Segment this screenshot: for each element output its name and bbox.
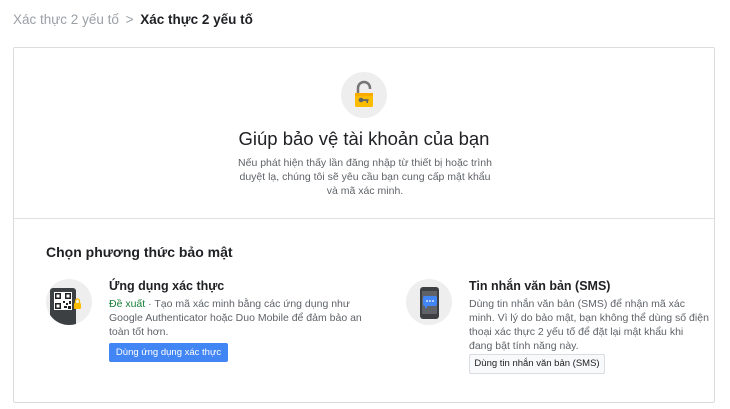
- breadcrumb-separator: >: [125, 12, 134, 27]
- hero-section: Giúp bảo vệ tài khoản của bạn Nếu phát h…: [14, 48, 714, 219]
- recommended-badge: Đề xuất: [109, 298, 146, 310]
- unlocked-padlock-icon: [341, 72, 387, 118]
- authenticator-description-text: · Tạo mã xác minh bằng các ứng dụng như …: [109, 298, 362, 338]
- sms-phone-icon: [406, 279, 452, 325]
- authenticator-method-description: Đề xuất · Tạo mã xác minh bằng các ứng d…: [109, 297, 364, 339]
- use-sms-button[interactable]: Dùng tin nhắn văn bản (SMS): [469, 354, 605, 374]
- breadcrumb-current: Xác thực 2 yếu tố: [140, 12, 253, 27]
- hero-description: Nếu phát hiện thấy lần đăng nhập từ thiế…: [238, 157, 492, 197]
- breadcrumb-parent-link[interactable]: Xác thực 2 yếu tố: [13, 12, 119, 27]
- breadcrumb: Xác thực 2 yếu tố > Xác thực 2 yếu tố: [13, 12, 253, 27]
- two-factor-card: Giúp bảo vệ tài khoản của bạn Nếu phát h…: [13, 47, 715, 403]
- authenticator-qr-phone-icon: [46, 279, 92, 325]
- use-authenticator-button[interactable]: Dùng ứng dụng xác thực: [109, 343, 228, 362]
- hero-title: Giúp bảo vệ tài khoản của bạn: [238, 128, 490, 149]
- section-title: Chọn phương thức bảo mật: [46, 244, 233, 260]
- sms-method-description: Dùng tin nhắn văn bản (SMS) để nhận mã x…: [469, 298, 709, 352]
- authenticator-method-title: Ứng dụng xác thực: [109, 279, 225, 293]
- sms-method-title: Tin nhắn văn bản (SMS): [469, 279, 611, 293]
